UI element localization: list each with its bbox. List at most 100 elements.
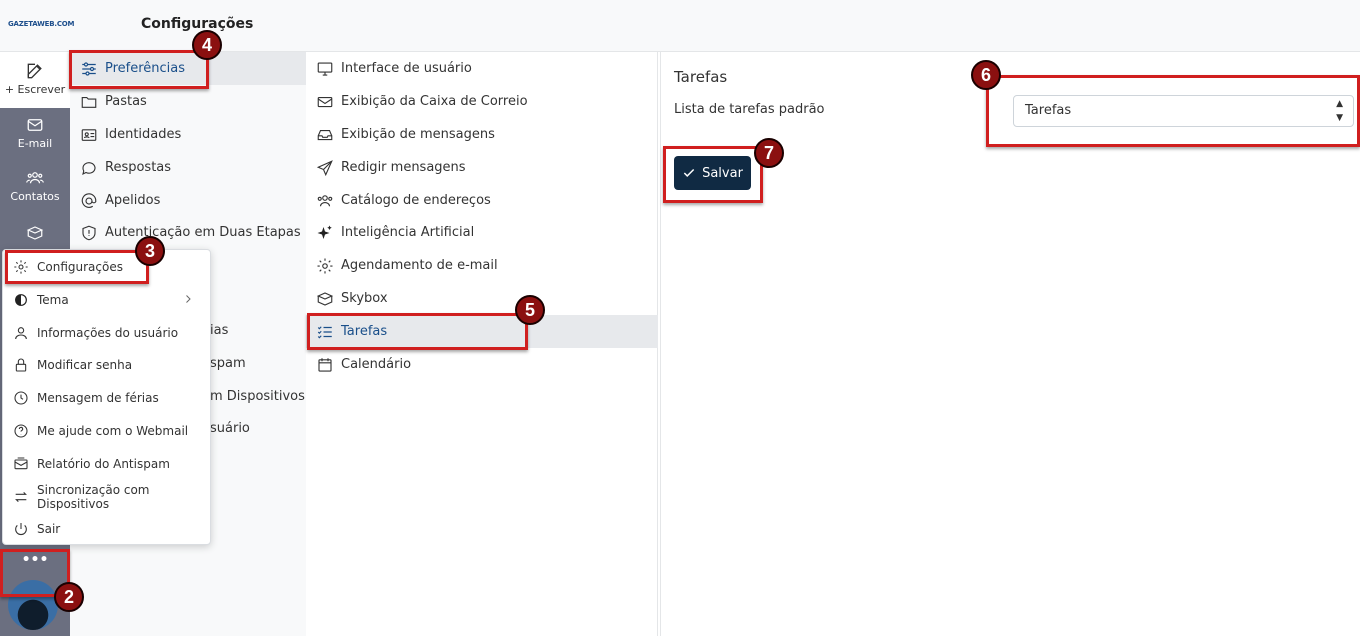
section-label: Preferências	[105, 61, 186, 76]
avatar[interactable]	[8, 580, 58, 630]
menu-antispam-report[interactable]: Relatório do Antispam	[3, 447, 212, 480]
section-partial-user[interactable]: suário	[210, 412, 306, 445]
default-task-list-label: Lista de tarefas padrão	[674, 102, 825, 117]
chat-icon	[82, 161, 96, 175]
pref-message-view[interactable]: Exibição de mensagens	[306, 118, 658, 151]
webmail-app: GAZETAWEB.COM Configurações + Escrever E…	[0, 0, 1360, 636]
menu-settings[interactable]: Configurações	[3, 250, 212, 283]
section-folders[interactable]: Pastas	[70, 85, 306, 118]
contrast-icon	[15, 293, 27, 306]
menu-label: Informações do usuário	[37, 325, 179, 340]
menu-label: Tema	[37, 292, 69, 307]
section-label: spam	[210, 356, 246, 371]
pref-email-scheduling[interactable]: Agendamento de e-mail	[306, 249, 658, 282]
sparkles-icon	[317, 225, 332, 239]
section-label: suário	[210, 421, 250, 436]
pref-label: Exibição da Caixa de Correio	[341, 94, 528, 109]
pref-label: Redigir mensagens	[341, 160, 466, 175]
compose-button[interactable]: + Escrever	[0, 52, 70, 108]
pref-mailbox-view[interactable]: Exibição da Caixa de Correio	[306, 85, 658, 118]
section-preferences[interactable]: Preferências	[70, 52, 306, 85]
sync-icon	[15, 491, 27, 502]
inbox-icon	[317, 129, 333, 140]
at-icon	[81, 192, 97, 208]
nav-mail-label: E-mail	[17, 137, 53, 150]
clock-icon	[14, 390, 28, 405]
pref-calendar[interactable]: Calendário	[306, 348, 658, 381]
nav-contacts[interactable]: Contatos	[0, 169, 70, 203]
step-badge-7: 7	[754, 138, 784, 168]
menu-label: Mensagem de férias	[37, 390, 159, 405]
pref-address-book[interactable]: Catálogo de endereços	[306, 184, 658, 217]
pref-label: Exibição de mensagens	[341, 127, 495, 142]
step-badge-5: 5	[515, 295, 545, 325]
section-label: Apelidos	[105, 193, 161, 208]
pref-tasks[interactable]: Tarefas	[306, 315, 658, 348]
skybox-icon	[26, 226, 44, 240]
calendar-icon	[318, 357, 332, 372]
tasks-icon	[317, 325, 332, 338]
id-card-icon	[81, 128, 97, 141]
section-identities[interactable]: Identidades	[70, 118, 306, 151]
pref-label: Tarefas	[341, 324, 388, 339]
pref-label: Skybox	[341, 291, 388, 306]
menu-theme[interactable]: Tema	[3, 283, 212, 316]
step-badge-6: 6	[971, 60, 1001, 90]
pref-label: Interface de usuário	[341, 61, 472, 76]
pref-skybox[interactable]: Skybox	[306, 282, 658, 315]
section-partial-antispam[interactable]: spam	[210, 347, 306, 380]
nav-mail[interactable]: E-mail	[0, 116, 70, 150]
help-icon	[14, 423, 28, 438]
menu-label: Sincronização com Dispositivos	[37, 482, 150, 511]
save-button[interactable]: Salvar	[674, 156, 751, 190]
menu-label: Configurações	[37, 259, 123, 274]
section-two-factor[interactable]: Autenticação em Duas Etapas	[70, 216, 306, 249]
section-aliases[interactable]: Apelidos	[70, 184, 306, 217]
pref-label: Inteligência Artificial	[341, 225, 475, 240]
mail-icon	[27, 119, 43, 131]
pref-ai[interactable]: Inteligência Artificial	[306, 216, 658, 249]
select-value: Tarefas	[1025, 103, 1072, 118]
menu-user-info[interactable]: Informações do usuário	[3, 316, 212, 349]
menu-label: Sair	[37, 521, 61, 536]
section-partial-vacation[interactable]: ias	[210, 314, 306, 347]
send-icon	[316, 159, 333, 176]
step-badge-2: 2	[54, 582, 84, 612]
menu-vacation[interactable]: Mensagem de férias	[3, 381, 212, 414]
compose-label: + Escrever	[4, 83, 66, 96]
users-icon	[317, 194, 333, 206]
chevron-right-icon	[186, 295, 191, 303]
check-icon	[683, 168, 695, 177]
pref-label: Calendário	[341, 357, 412, 372]
more-button[interactable]: •••	[0, 550, 70, 578]
menu-label: Me ajude com o Webmail	[37, 423, 189, 438]
panel-title: Tarefas	[674, 68, 728, 86]
select-arrows-icon: ▲ ▼	[1336, 99, 1343, 123]
menu-logout[interactable]: Sair	[3, 512, 212, 545]
envelope-icon	[317, 96, 333, 107]
default-task-list-select[interactable]: Tarefas ▲ ▼	[1013, 95, 1354, 127]
menu-help[interactable]: Me ajude com o Webmail	[3, 414, 212, 447]
report-icon	[14, 456, 28, 469]
logo: GAZETAWEB.COM	[8, 20, 75, 28]
sliders-icon	[82, 61, 96, 76]
menu-change-password[interactable]: Modificar senha	[3, 348, 212, 381]
pref-compose[interactable]: Redigir mensagens	[306, 151, 658, 184]
pencil-icon	[27, 63, 42, 79]
monitor-icon	[317, 61, 333, 76]
preferences-list: Interface de usuário Exibição da Caixa d…	[306, 52, 658, 636]
section-responses[interactable]: Respostas	[70, 151, 306, 184]
step-badge-3: 3	[135, 236, 165, 266]
section-label: ias	[210, 323, 229, 338]
section-partial-sync[interactable]: m Dispositivos	[210, 380, 306, 413]
section-label: m Dispositivos	[210, 389, 305, 404]
page-title: Configurações	[141, 16, 254, 32]
folder-icon	[81, 96, 97, 108]
nav-skybox[interactable]	[0, 224, 70, 242]
box-icon	[316, 291, 334, 306]
menu-device-sync[interactable]: Sincronização com Dispositivos	[3, 480, 212, 513]
section-label: Respostas	[105, 160, 172, 175]
pref-user-interface[interactable]: Interface de usuário	[306, 52, 658, 85]
pref-label: Agendamento de e-mail	[341, 258, 498, 273]
save-label: Salvar	[702, 165, 743, 181]
